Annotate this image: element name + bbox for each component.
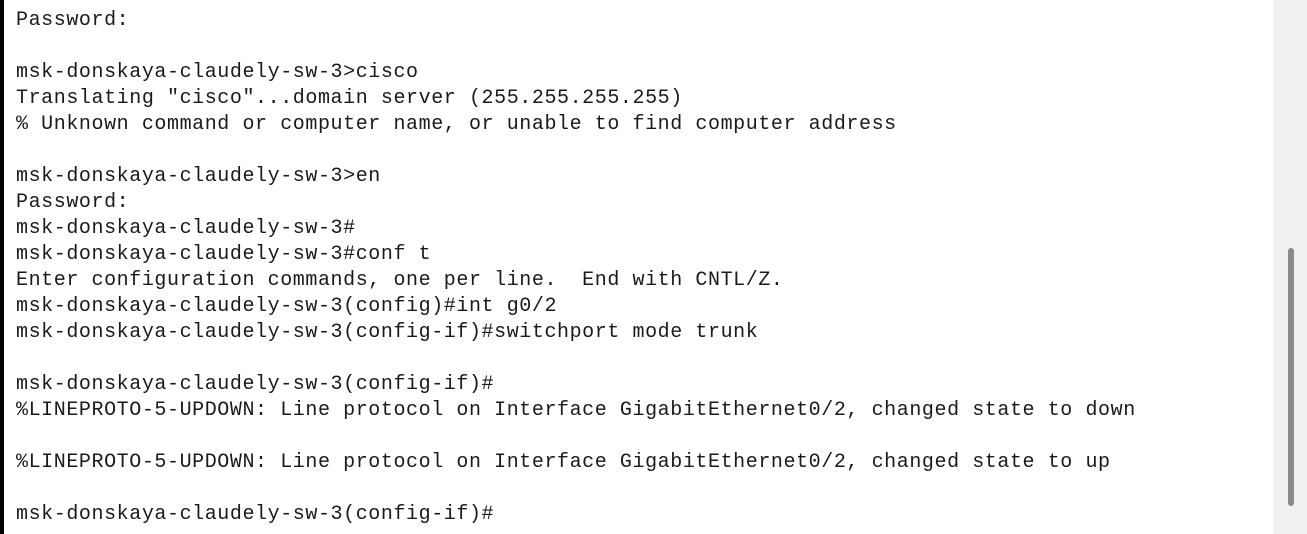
terminal-output[interactable]: Password: msk-donskaya-claudely-sw-3>cis… — [16, 8, 1266, 534]
terminal-line: msk-donskaya-claudely-sw-3(config-if)# — [16, 373, 495, 396]
terminal-line: msk-donskaya-claudely-sw-3(config-if)#sw… — [16, 321, 759, 344]
terminal-line: msk-donskaya-claudely-sw-3# — [16, 217, 356, 240]
terminal-line: msk-donskaya-claudely-sw-3(config-if)# — [16, 503, 495, 526]
terminal-line: msk-donskaya-claudely-sw-3#conf t — [16, 243, 432, 266]
terminal-line: %LINEPROTO-5-UPDOWN: Line protocol on In… — [16, 451, 1111, 474]
terminal-line: msk-donskaya-claudely-sw-3>en — [16, 165, 381, 188]
terminal-line: Password: — [16, 9, 130, 32]
terminal-line: msk-donskaya-claudely-sw-3>cisco — [16, 61, 419, 84]
cli-window: Password: msk-donskaya-claudely-sw-3>cis… — [0, 0, 1307, 534]
terminal-line: % Unknown command or computer name, or u… — [16, 113, 897, 136]
vertical-scrollbar[interactable] — [1273, 0, 1307, 534]
terminal-line: msk-donskaya-claudely-sw-3(config)#int g… — [16, 295, 558, 318]
window-left-border — [0, 0, 4, 534]
terminal-line: Translating "cisco"...domain server (255… — [16, 87, 683, 110]
terminal-line: Enter configuration commands, one per li… — [16, 269, 784, 292]
terminal-line: %LINEPROTO-5-UPDOWN: Line protocol on In… — [16, 399, 1136, 422]
scrollbar-thumb[interactable] — [1288, 248, 1294, 506]
terminal-line: Password: — [16, 191, 130, 214]
